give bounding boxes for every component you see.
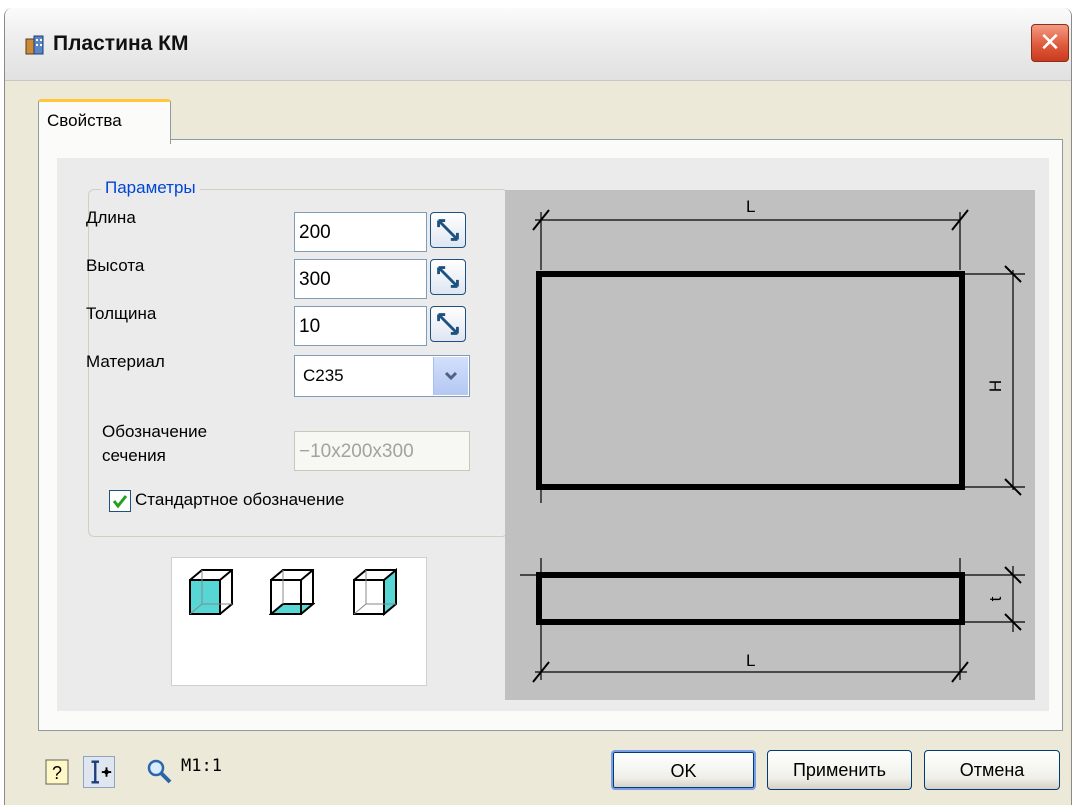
app-icon (25, 35, 44, 55)
zoom-icon[interactable] (145, 756, 173, 788)
plate-drawing: L H t L (505, 190, 1035, 700)
standard-designation-label: Стандартное обозначение (135, 490, 345, 509)
thickness-input[interactable]: 10 (294, 306, 427, 346)
parameters-group: Параметры Длина 200 Высота 300 Толщина 1… (86, 178, 508, 537)
chevron-down-icon[interactable] (433, 357, 468, 395)
standard-designation-checkbox[interactable] (109, 490, 131, 512)
section-label-line1: Обозначение (102, 422, 208, 441)
cube-side-face-icon[interactable] (352, 568, 398, 618)
window-title: Пластина КМ (53, 32, 189, 55)
dim-label-height: H (986, 380, 1005, 392)
apply-button[interactable]: Применить (767, 750, 912, 790)
properties-content: Параметры Длина 200 Высота 300 Толщина 1… (57, 158, 1049, 711)
tab-panel: Параметры Длина 200 Высота 300 Толщина 1… (38, 139, 1063, 731)
close-icon[interactable]: ✕ (1039, 27, 1061, 57)
help-icon[interactable]: ? (42, 756, 74, 788)
section-designation-input[interactable]: −10x200x300 (294, 431, 470, 471)
material-select[interactable]: С235 (294, 355, 470, 397)
svg-text:?: ? (52, 763, 62, 783)
cube-bottom-face-icon[interactable] (269, 568, 315, 618)
pick-height-icon[interactable] (430, 259, 466, 295)
ok-button[interactable]: OK (611, 750, 756, 790)
thickness-label: Толщина (86, 304, 157, 323)
height-label: Высота (86, 256, 145, 275)
length-input[interactable]: 200 (294, 212, 427, 252)
title-bar[interactable]: Пластина КМ ✕ (5, 8, 1071, 81)
tab-properties-label: Свойства (47, 111, 122, 130)
dialog-window: Пластина КМ ✕ Свойства Параметры Длина 2… (4, 8, 1072, 805)
dim-label-thickness: t (986, 596, 1005, 601)
close-button[interactable]: ✕ (1031, 24, 1069, 62)
cube-front-face-icon[interactable] (188, 568, 234, 618)
parameters-legend: Параметры (101, 178, 200, 198)
dim-label-length-top: L (746, 197, 755, 216)
height-input[interactable]: 300 (294, 259, 427, 299)
pick-length-icon[interactable] (430, 212, 466, 248)
cancel-button[interactable]: Отмена (924, 750, 1060, 790)
material-value: С235 (303, 366, 344, 385)
material-label: Материал (86, 352, 165, 371)
scale-label: M1:1 (181, 756, 222, 776)
pick-thickness-icon[interactable] (430, 306, 466, 342)
view-mode-panel (171, 557, 427, 686)
section-label-line2: сечения (102, 446, 166, 465)
text-cursor-icon[interactable] (83, 756, 115, 788)
tab-properties[interactable]: Свойства (38, 99, 171, 144)
length-label: Длина (86, 208, 136, 227)
dim-label-length-bottom: L (746, 651, 755, 670)
check-icon (112, 495, 128, 509)
